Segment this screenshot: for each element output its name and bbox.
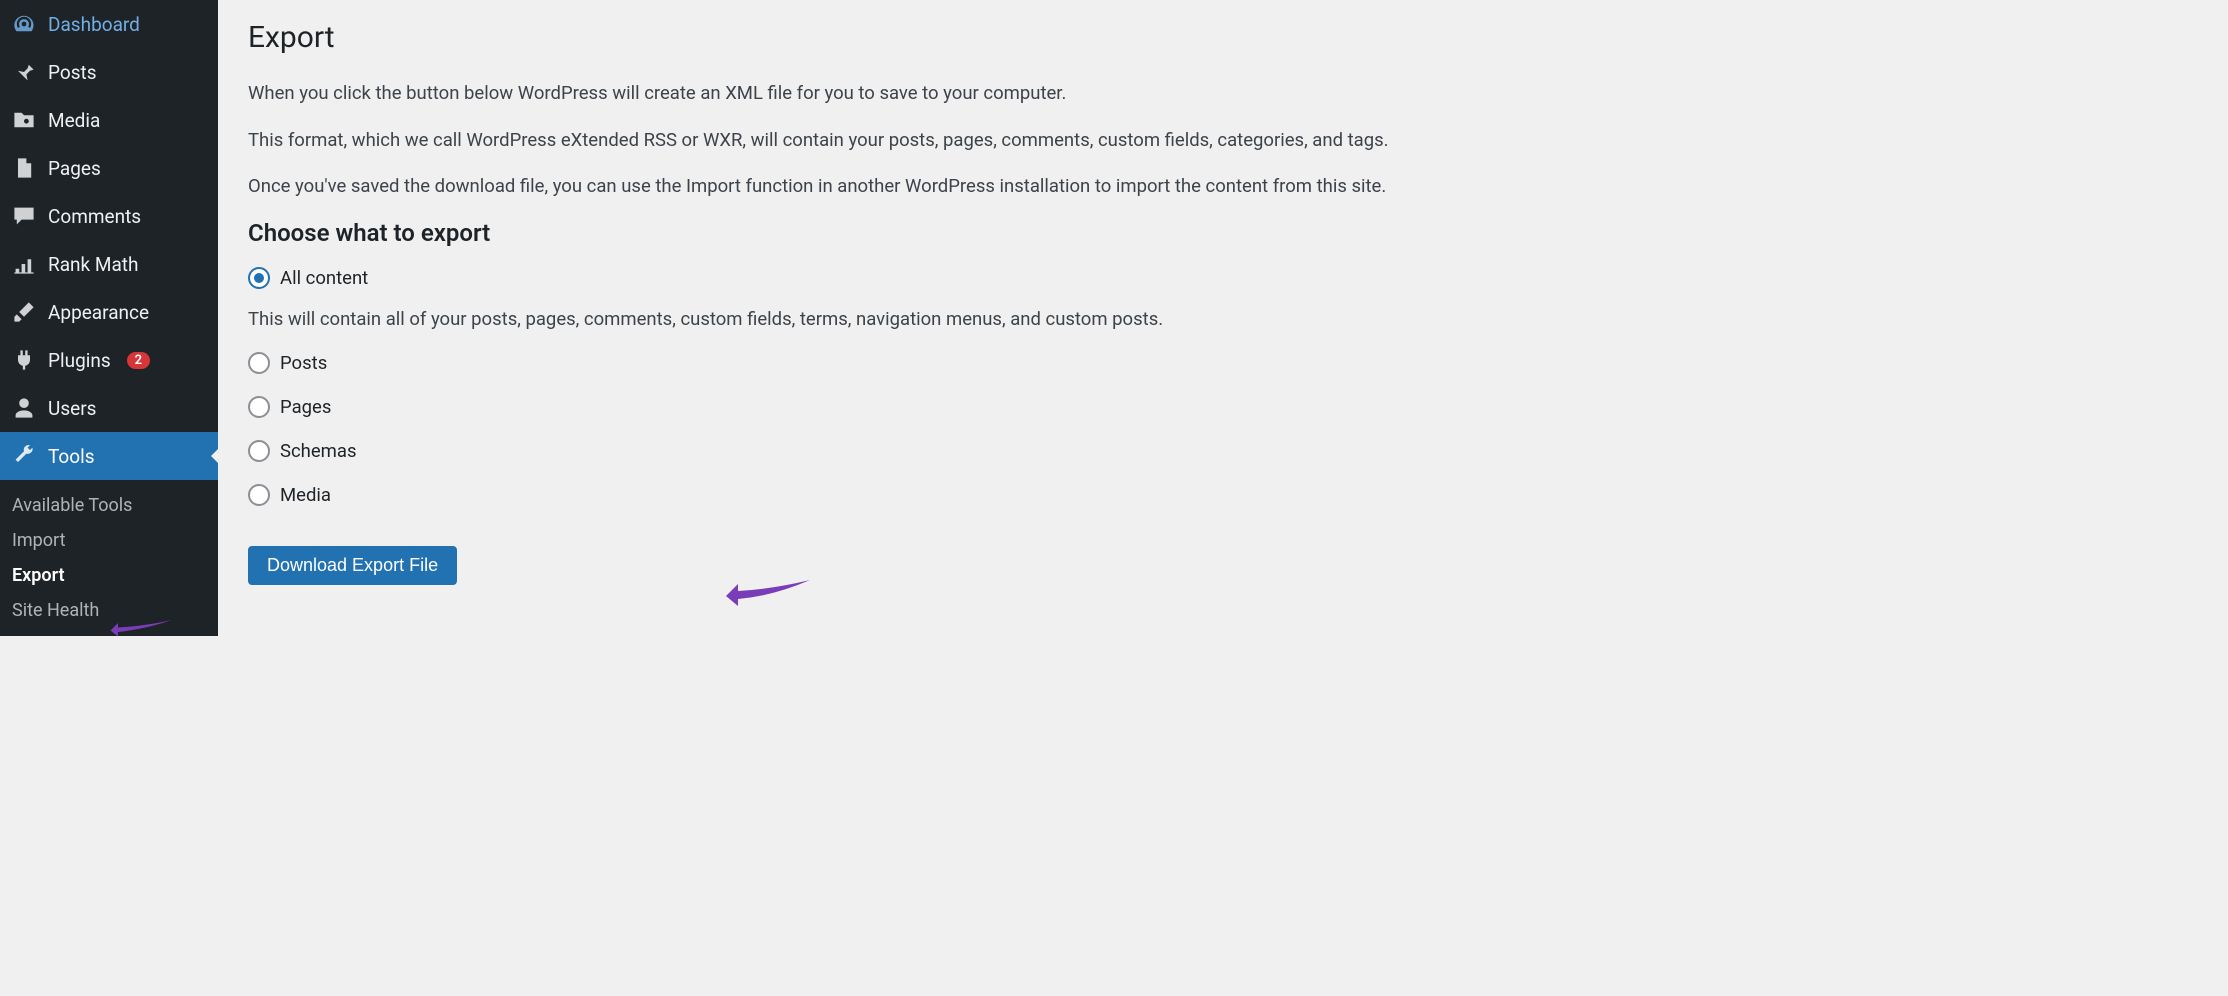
wrench-icon: [12, 444, 36, 468]
media-icon: [12, 108, 36, 132]
radio-input[interactable]: [248, 396, 270, 418]
user-icon: [12, 396, 36, 420]
sidebar-item-label: Media: [48, 109, 100, 132]
submenu-import[interactable]: Import: [0, 523, 218, 558]
admin-sidebar: Dashboard Posts Media Pages Comments Ran…: [0, 0, 218, 636]
download-export-button[interactable]: Download Export File: [248, 546, 457, 585]
intro-paragraph-1: When you click the button below WordPres…: [248, 79, 2198, 108]
sidebar-item-label: Users: [48, 397, 96, 420]
submenu-available-tools[interactable]: Available Tools: [0, 488, 218, 523]
sidebar-item-label: Appearance: [48, 301, 149, 324]
sidebar-item-pages[interactable]: Pages: [0, 144, 218, 192]
pin-icon: [12, 60, 36, 84]
intro-paragraph-2: This format, which we call WordPress eXt…: [248, 126, 2198, 155]
main-content: Export When you click the button below W…: [218, 0, 2228, 996]
radio-input[interactable]: [248, 484, 270, 506]
sidebar-item-label: Pages: [48, 157, 101, 180]
annotation-arrow-button: [718, 574, 818, 614]
sidebar-item-label: Posts: [48, 61, 97, 84]
chart-icon: [12, 252, 36, 276]
sidebar-item-appearance[interactable]: Appearance: [0, 288, 218, 336]
brush-icon: [12, 300, 36, 324]
page-title: Export: [248, 20, 2198, 55]
radio-label: Posts: [280, 352, 327, 374]
radio-label: All content: [280, 267, 368, 289]
sidebar-item-label: Plugins: [48, 349, 111, 372]
submenu-export[interactable]: Export: [0, 558, 218, 593]
all-content-description: This will contain all of your posts, pag…: [248, 305, 2198, 334]
sidebar-item-posts[interactable]: Posts: [0, 48, 218, 96]
submenu-site-health[interactable]: Site Health: [0, 593, 218, 628]
sidebar-item-label: Dashboard: [48, 13, 140, 36]
sidebar-item-label: Tools: [48, 445, 95, 468]
choose-heading: Choose what to export: [248, 219, 2198, 247]
sidebar-item-comments[interactable]: Comments: [0, 192, 218, 240]
radio-label: Pages: [280, 396, 331, 418]
export-option-schemas[interactable]: Schemas: [248, 440, 2198, 462]
comment-icon: [12, 204, 36, 228]
plug-icon: [12, 348, 36, 372]
sidebar-item-rank-math[interactable]: Rank Math: [0, 240, 218, 288]
intro-paragraph-3: Once you've saved the download file, you…: [248, 172, 2198, 201]
sidebar-item-tools[interactable]: Tools: [0, 432, 218, 480]
export-option-all[interactable]: All content: [248, 267, 2198, 289]
export-option-posts[interactable]: Posts: [248, 352, 2198, 374]
plugin-update-badge: 2: [127, 352, 150, 369]
radio-input[interactable]: [248, 352, 270, 374]
radio-input[interactable]: [248, 267, 270, 289]
export-option-media[interactable]: Media: [248, 484, 2198, 506]
sidebar-item-dashboard[interactable]: Dashboard: [0, 0, 218, 48]
radio-label: Media: [280, 484, 331, 506]
radio-label: Schemas: [280, 440, 357, 462]
sidebar-item-plugins[interactable]: Plugins 2: [0, 336, 218, 384]
dashboard-icon: [12, 12, 36, 36]
export-option-pages[interactable]: Pages: [248, 396, 2198, 418]
sidebar-item-label: Comments: [48, 205, 141, 228]
sidebar-item-media[interactable]: Media: [0, 96, 218, 144]
tools-submenu: Available Tools Import Export Site Healt…: [0, 480, 218, 636]
pages-icon: [12, 156, 36, 180]
sidebar-item-users[interactable]: Users: [0, 384, 218, 432]
sidebar-item-label: Rank Math: [48, 253, 138, 276]
radio-input[interactable]: [248, 440, 270, 462]
